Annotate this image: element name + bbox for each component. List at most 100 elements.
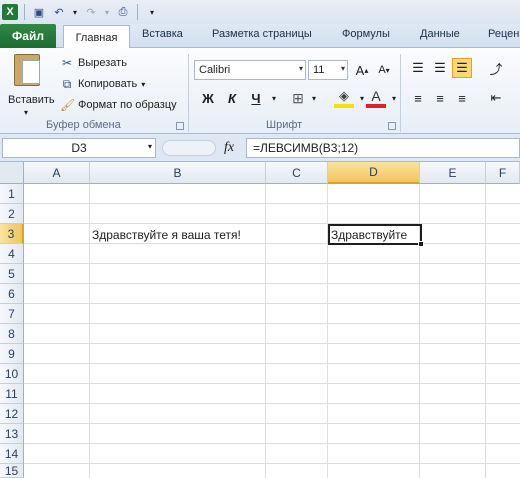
cut-button[interactable]: ✂ Вырезать	[60, 54, 127, 72]
gridline	[485, 184, 486, 478]
chevron-down-icon[interactable]: ▾	[304, 88, 324, 108]
align-middle-icon[interactable]: ☰	[430, 58, 450, 78]
font-name-value: Calibri	[199, 64, 231, 76]
active-cell-border	[328, 224, 422, 245]
select-all-button[interactable]	[0, 162, 24, 184]
row-header[interactable]: 12	[0, 404, 24, 424]
divider	[24, 4, 25, 20]
grow-font-button[interactable]: A ▴	[352, 60, 372, 80]
copy-label: Копировать	[78, 78, 138, 90]
print-preview-icon[interactable]: ⎙	[115, 4, 131, 20]
row-header[interactable]: 5	[0, 264, 24, 284]
decrease-indent-icon[interactable]: ⇤	[486, 88, 506, 108]
copy-icon: ⧉	[62, 76, 72, 91]
copy-button[interactable]: ⧉ Копировать ▾	[60, 75, 146, 93]
tab-insert[interactable]: Вставка	[142, 28, 183, 40]
column-header-a[interactable]: A	[24, 162, 90, 184]
chevron-down-icon: ▾	[24, 108, 29, 117]
italic-button[interactable]: К	[222, 88, 242, 108]
gridline	[89, 184, 90, 478]
divider	[137, 4, 138, 20]
row-header[interactable]: 4	[0, 244, 24, 264]
align-left-icon[interactable]: ≡	[408, 88, 428, 108]
align-top-icon[interactable]: ☰	[408, 58, 428, 78]
row-header-selected[interactable]: 3	[0, 224, 24, 244]
column-header-b[interactable]: B	[90, 162, 266, 184]
brush-icon: 🖌	[60, 98, 76, 112]
font-name-select[interactable]: Calibri ▾	[194, 60, 306, 80]
align-bottom-icon[interactable]: ☰	[452, 58, 472, 78]
tab-home[interactable]: Главная	[63, 25, 130, 49]
row-header[interactable]: 10	[0, 364, 24, 384]
ribbon-tabs: Файл Главная Вставка Разметка страницы Ф…	[0, 24, 520, 49]
formula-bar: D3 ▾ fx =ЛЕВСИМВ(B3;12)	[0, 134, 520, 162]
gridline	[24, 463, 520, 464]
chevron-down-icon[interactable]: ▾	[148, 142, 152, 151]
gridline	[24, 203, 520, 204]
chevron-down-icon[interactable]: ▾	[264, 88, 284, 108]
chevron-down-icon[interactable]: ▾	[384, 88, 404, 108]
tab-review[interactable]: Рецен	[488, 28, 519, 40]
redo-dropdown-icon[interactable]: ▾	[103, 4, 111, 20]
gridline	[24, 423, 520, 424]
customize-toolbar-icon[interactable]: ▾	[144, 4, 160, 20]
font-size-select[interactable]: 11 ▾	[308, 60, 348, 80]
name-box[interactable]: D3	[2, 138, 156, 158]
column-header-e[interactable]: E	[420, 162, 486, 184]
gridline	[24, 383, 520, 384]
align-center-icon[interactable]: ≡	[430, 88, 450, 108]
spreadsheet-grid[interactable]: A B C D E F 1 2 3 4 5 6 7 8 9 10 11 12 1…	[0, 162, 520, 478]
row-header[interactable]: 13	[0, 424, 24, 444]
row-header[interactable]: 1	[0, 184, 24, 204]
tab-file[interactable]: Файл	[0, 24, 56, 48]
fill-handle[interactable]	[418, 241, 424, 247]
gridline	[24, 283, 520, 284]
column-header-c[interactable]: C	[266, 162, 328, 184]
formula-input[interactable]: =ЛЕВСИМВ(B3;12)	[246, 138, 520, 158]
name-box-value: D3	[71, 141, 87, 155]
row-header[interactable]: 15	[0, 464, 24, 478]
ribbon: Вставить ▾ ✂ Вырезать ⧉ Копировать ▾ 🖌 Ф…	[0, 48, 520, 134]
tab-data[interactable]: Данные	[420, 28, 460, 40]
gridline	[24, 363, 520, 364]
chevron-down-icon: ▾	[141, 79, 146, 89]
chevron-down-icon: ▾	[298, 64, 303, 73]
redo-icon[interactable]: ↷	[83, 4, 99, 20]
clipboard-launcher-icon[interactable]	[176, 122, 184, 130]
align-right-icon[interactable]: ≡	[452, 88, 472, 108]
fill-color-icon[interactable]: ◈	[334, 88, 354, 108]
row-header[interactable]: 8	[0, 324, 24, 344]
bold-button[interactable]: Ж	[198, 88, 218, 108]
clipboard-icon	[14, 54, 40, 86]
clipboard-group-label: Буфер обмена	[46, 119, 121, 131]
cell-b3[interactable]: Здравствуйте я ваша тетя!	[92, 228, 241, 242]
column-header-f[interactable]: F	[486, 162, 520, 184]
row-header[interactable]: 2	[0, 204, 24, 224]
row-header[interactable]: 11	[0, 384, 24, 404]
column-header-d[interactable]: D	[328, 162, 420, 184]
undo-icon[interactable]: ↶	[51, 4, 67, 20]
orientation-icon[interactable]: ⤴	[486, 58, 506, 78]
row-header[interactable]: 6	[0, 284, 24, 304]
font-launcher-icon[interactable]	[388, 122, 396, 130]
format-painter-button[interactable]: 🖌 Формат по образцу	[60, 96, 177, 114]
font-color-icon[interactable]: A	[366, 88, 386, 108]
gridline	[24, 323, 520, 324]
gridline	[24, 403, 520, 404]
gridline	[265, 184, 266, 478]
formula-bar-grip[interactable]	[162, 140, 216, 156]
shrink-font-button[interactable]: A ▾	[374, 60, 394, 80]
row-header[interactable]: 14	[0, 444, 24, 464]
paste-button[interactable]: Вставить ▾	[4, 52, 55, 117]
insert-function-icon[interactable]: fx	[224, 140, 234, 156]
row-header[interactable]: 9	[0, 344, 24, 364]
tab-page-layout[interactable]: Разметка страницы	[212, 28, 312, 40]
row-header[interactable]: 7	[0, 304, 24, 324]
scissors-icon: ✂	[61, 56, 73, 70]
excel-logo-icon: X	[2, 4, 18, 20]
gridline	[24, 343, 520, 344]
undo-dropdown-icon[interactable]: ▾	[71, 4, 79, 20]
save-icon[interactable]: ▣	[31, 4, 47, 20]
underline-button[interactable]: Ч	[246, 88, 266, 108]
tab-formulas[interactable]: Формулы	[342, 28, 390, 40]
